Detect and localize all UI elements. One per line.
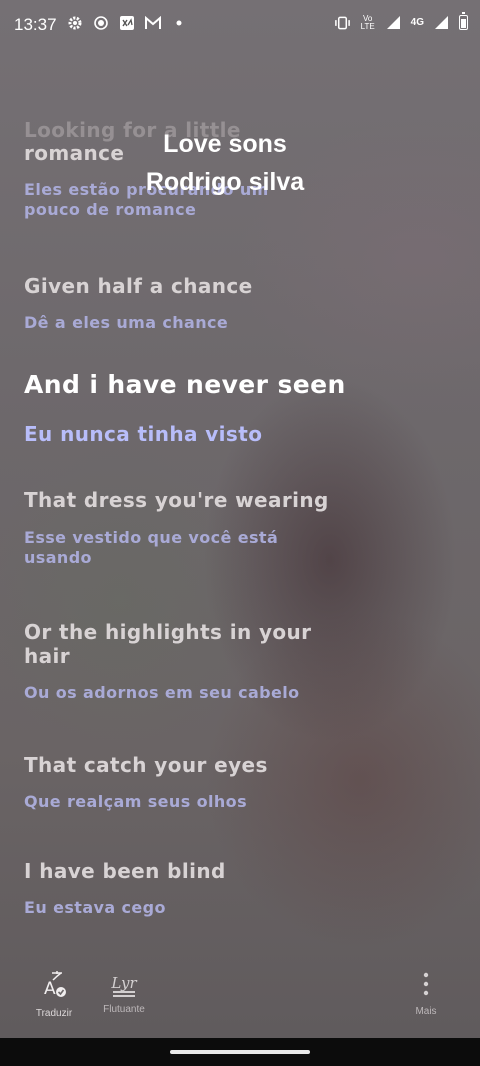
more-label: Mais	[415, 1006, 437, 1017]
settings-gear-icon	[66, 14, 83, 31]
lyric-translation-current: Eu nunca tinha visto	[24, 422, 263, 446]
translate-app-icon	[118, 14, 135, 31]
translate-button[interactable]: A Traduzir	[19, 970, 89, 1019]
lyric-line[interactable]: I have been blind	[24, 859, 226, 883]
lyric-translation: Esse vestido que você está usando	[24, 528, 279, 567]
lyrics-list[interactable]: Looking for a little romance Eles estão …	[24, 110, 444, 950]
lyric-line-current[interactable]: And i have never seen	[24, 370, 346, 400]
bottom-action-bar: A Traduzir Lyr Flutuante Mais	[0, 960, 480, 1038]
more-vertical-icon	[423, 972, 429, 996]
status-time: 13:37	[14, 15, 57, 34]
record-icon	[92, 14, 109, 31]
home-gesture-pill[interactable]	[170, 1050, 310, 1054]
system-nav-bar	[0, 1038, 480, 1066]
signal-icon	[385, 14, 402, 31]
song-artist: Rodrigo silva	[145, 168, 305, 196]
signal-icon-2	[433, 14, 450, 31]
lyric-line[interactable]: That dress you're wearing	[24, 488, 329, 512]
more-button[interactable]: Mais	[391, 970, 461, 1017]
lyric-translation: Eu estava cego	[24, 898, 166, 917]
lyric-line[interactable]: Given half a chance	[24, 274, 253, 298]
floating-button[interactable]: Lyr Flutuante	[89, 970, 159, 1015]
translate-label: Traduzir	[35, 1008, 73, 1019]
lyric-line[interactable]: Or the highlights in your hair	[24, 620, 334, 668]
status-bar: 13:37 Vo LTE 4G	[0, 0, 480, 50]
lyric-translation: Que realçam seus olhos	[24, 792, 248, 811]
svg-text:A: A	[44, 979, 56, 999]
gmail-icon	[144, 14, 161, 31]
floating-icon-text: Lyr	[111, 974, 137, 992]
notification-dot-icon	[170, 14, 187, 31]
translate-icon: A	[44, 971, 66, 999]
floating-label: Flutuante	[103, 1004, 145, 1015]
battery-icon	[459, 12, 468, 30]
volte-lte-label: Vo LTE	[360, 13, 375, 31]
song-title: Love sons	[163, 130, 287, 158]
lyric-line[interactable]: That catch your eyes	[24, 753, 268, 777]
network-type: 4G	[410, 17, 424, 28]
floating-lyrics-icon: Lyr	[89, 970, 159, 1000]
vibrate-icon	[334, 14, 351, 31]
lyric-translation: Dê a eles uma chance	[24, 313, 229, 332]
lyric-translation: Ou os adornos em seu cabelo	[24, 683, 300, 702]
